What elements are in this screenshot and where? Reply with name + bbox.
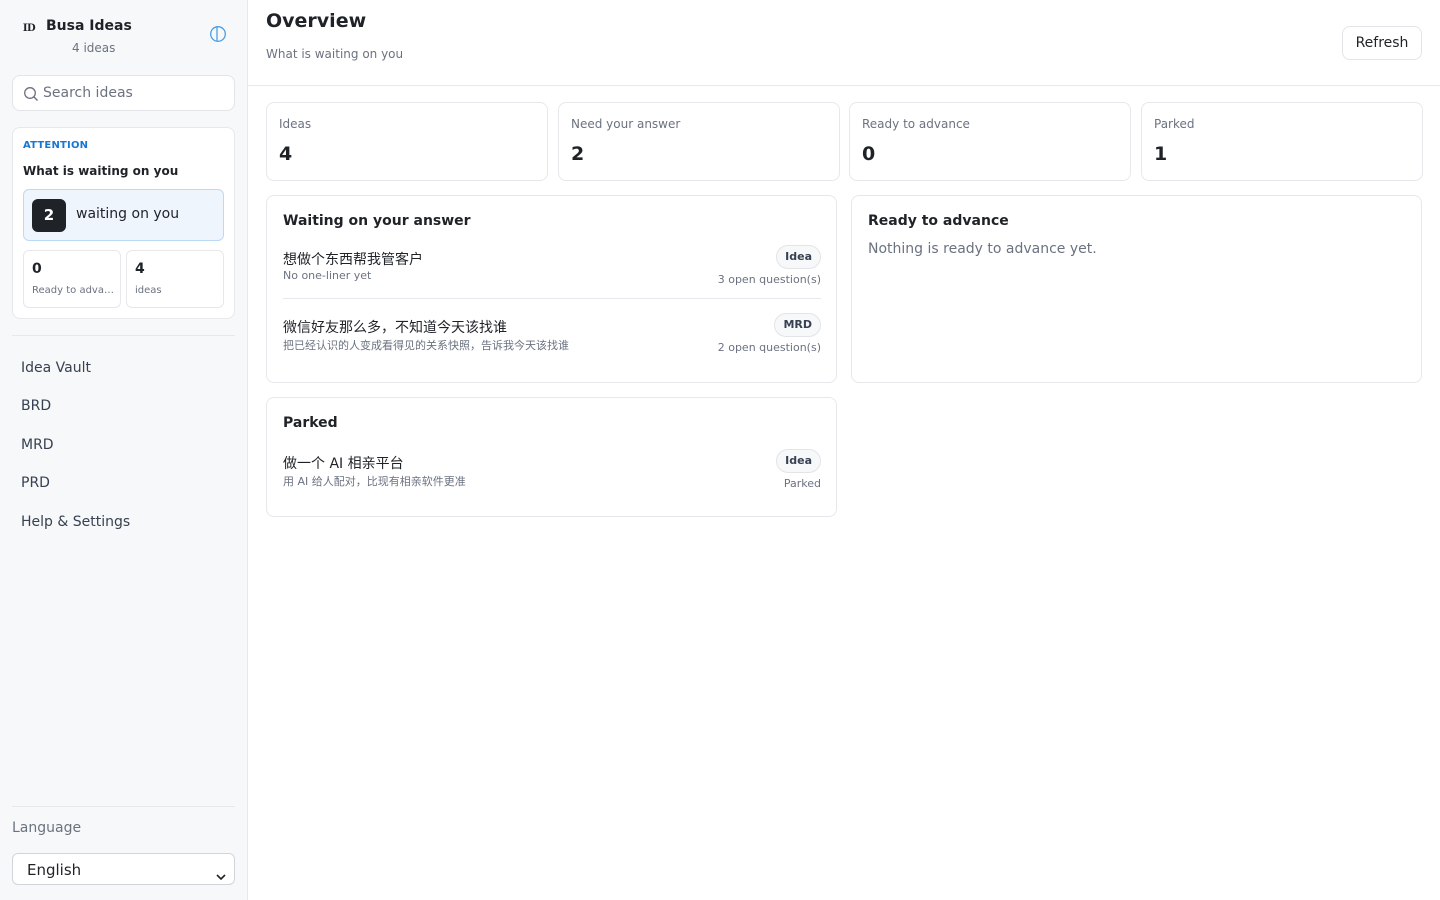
stage-badge: MRD bbox=[774, 313, 821, 337]
sidebar-item-idea-vault[interactable]: Idea Vault bbox=[12, 352, 235, 390]
language-value: English bbox=[27, 861, 82, 879]
sidebar-divider bbox=[12, 806, 235, 807]
ready-to-advance-tile[interactable]: 0 Ready to advance bbox=[23, 250, 121, 308]
sidebar-divider bbox=[12, 335, 235, 336]
brand-name: Busa Ideas bbox=[46, 18, 132, 34]
open-questions-count: 3 open question(s) bbox=[717, 273, 821, 286]
ideas-count: 4 bbox=[135, 261, 145, 277]
stat-card-parked: Parked 1 bbox=[1141, 102, 1423, 181]
page-subtitle: What is waiting on you bbox=[266, 47, 404, 61]
attention-panel: ATTENTION What is waiting on you 2 waiti… bbox=[12, 127, 235, 319]
ready-to-advance-count: 0 bbox=[32, 261, 42, 277]
list-divider bbox=[283, 298, 821, 299]
stat-label: Ideas bbox=[279, 117, 312, 131]
idea-one-liner: 把已经认识的人变成看得见的关系快照，告诉我今天该找谁 bbox=[283, 339, 569, 352]
page-header: Overview What is waiting on you Refresh bbox=[248, 0, 1440, 86]
idea-title: 想做个东西帮我管客户 bbox=[283, 252, 423, 268]
ready-to-advance-card: Ready to advance Nothing is ready to adv… bbox=[851, 195, 1422, 383]
brand: ID Busa Ideas 4 ideas bbox=[20, 16, 234, 60]
empty-state: Nothing is ready to advance yet. bbox=[868, 241, 1097, 257]
sidebar: ID Busa Ideas 4 ideas ATTENTION What is … bbox=[0, 0, 248, 900]
stat-label: Parked bbox=[1154, 117, 1195, 131]
idea-title: 做一个 AI 相亲平台 bbox=[283, 456, 404, 472]
ideas-tile[interactable]: 4 ideas bbox=[126, 250, 224, 308]
stat-value: 0 bbox=[862, 143, 876, 165]
stat-value: 4 bbox=[279, 143, 293, 165]
waiting-label: waiting on you bbox=[76, 206, 180, 222]
page-title: Overview bbox=[266, 10, 367, 32]
language-label: Language bbox=[12, 820, 82, 836]
panel-toggle-icon[interactable] bbox=[209, 25, 227, 43]
sidebar-item-mrd[interactable]: MRD bbox=[12, 429, 235, 467]
stat-card-need-answer: Need your answer 2 bbox=[558, 102, 840, 181]
waiting-count-badge: 2 bbox=[32, 199, 66, 232]
idea-one-liner: No one-liner yet bbox=[283, 269, 372, 282]
attention-title: What is waiting on you bbox=[23, 164, 179, 178]
list-item[interactable]: 微信好友那么多，不知道今天该找谁 把已经认识的人变成看得见的关系快照，告诉我今天… bbox=[283, 313, 821, 375]
idea-title: 微信好友那么多，不知道今天该找谁 bbox=[283, 320, 507, 336]
waiting-on-answer-card: Waiting on your answer 想做个东西帮我管客户 No one… bbox=[266, 195, 837, 383]
idea-one-liner: 用 AI 给人配对，比现有相亲软件更准 bbox=[283, 475, 466, 488]
stat-value: 1 bbox=[1154, 143, 1168, 165]
ready-to-advance-label: Ready to advance bbox=[32, 285, 116, 296]
card-title: Ready to advance bbox=[868, 213, 1009, 229]
search-box bbox=[12, 75, 235, 111]
waiting-on-you-button[interactable]: 2 waiting on you bbox=[23, 189, 224, 241]
sidebar-item-help-settings[interactable]: Help & Settings bbox=[12, 506, 235, 544]
attention-kicker: ATTENTION bbox=[23, 140, 89, 151]
parked-card: Parked 做一个 AI 相亲平台 用 AI 给人配对，比现有相亲软件更准 I… bbox=[266, 397, 837, 517]
ideas-label: ideas bbox=[135, 285, 162, 296]
idea-count: 4 ideas bbox=[72, 41, 116, 55]
search-input[interactable] bbox=[43, 76, 228, 110]
stat-card-ideas: Ideas 4 bbox=[266, 102, 548, 181]
stat-value: 2 bbox=[571, 143, 585, 165]
sidebar-item-brd[interactable]: BRD bbox=[12, 390, 235, 428]
list-item[interactable]: 做一个 AI 相亲平台 用 AI 给人配对，比现有相亲软件更准 Idea Par… bbox=[283, 449, 821, 511]
brand-logo: ID bbox=[22, 23, 36, 34]
sidebar-nav: Idea Vault BRD MRD PRD Help & Settings bbox=[12, 352, 235, 544]
stage-badge: Idea bbox=[776, 245, 821, 269]
card-title: Waiting on your answer bbox=[283, 213, 471, 229]
stat-card-ready: Ready to advance 0 bbox=[849, 102, 1131, 181]
stat-label: Need your answer bbox=[571, 117, 681, 131]
open-questions-count: 2 open question(s) bbox=[717, 341, 821, 354]
sidebar-item-prd[interactable]: PRD bbox=[12, 467, 235, 505]
stage-badge: Idea bbox=[776, 449, 821, 473]
stat-label: Ready to advance bbox=[862, 117, 970, 131]
search-icon bbox=[23, 86, 39, 102]
language-select[interactable]: English bbox=[12, 853, 235, 885]
parked-status: Parked bbox=[783, 477, 821, 490]
card-title: Parked bbox=[283, 415, 338, 431]
refresh-button[interactable]: Refresh bbox=[1342, 26, 1422, 60]
chevron-down-icon bbox=[216, 866, 226, 881]
